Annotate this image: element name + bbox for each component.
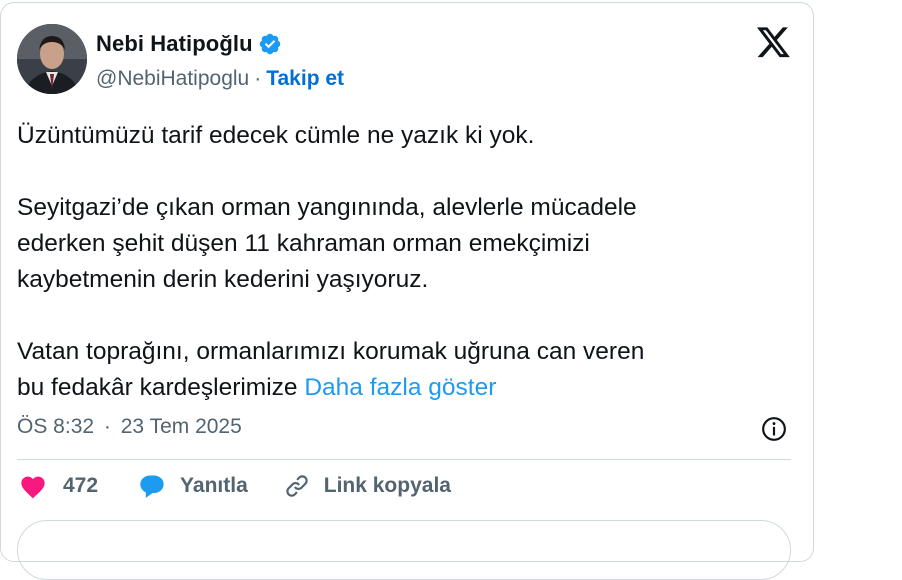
action-bar: 472 Yanıtla Link kopyala	[19, 473, 451, 499]
verified-badge-icon	[259, 33, 280, 55]
info-icon[interactable]	[761, 416, 787, 442]
avatar-photo	[17, 24, 87, 94]
divider	[17, 459, 791, 460]
tweet-timestamp[interactable]: ÖS 8:32 · 23 Tem 2025	[17, 415, 242, 439]
text-line: Üzüntümüzü tarif edecek cümle ne yazık k…	[17, 122, 535, 149]
read-replies-button[interactable]	[17, 520, 791, 580]
copy-link-label: Link kopyala	[323, 474, 451, 497]
link-icon	[286, 475, 308, 497]
text-line: Vatan toprağını, ormanlarımızı korumak u…	[17, 338, 645, 365]
tweet-paragraph: Vatan toprağını, ormanlarımızı korumak u…	[17, 334, 807, 370]
author-handle[interactable]: @NebiHatipoglu	[96, 67, 249, 91]
author-name[interactable]: Nebi Hatipoğlu	[96, 31, 253, 57]
avatar[interactable]	[17, 24, 87, 94]
tweet-paragraph-line: kaybetmenin derin kederini yaşıyoruz.	[17, 262, 807, 298]
show-more-link[interactable]: Daha fazla göster	[304, 374, 496, 401]
text-line: bu fedakâr kardeşlerimize	[17, 374, 305, 401]
handle-separator: ·	[254, 67, 262, 90]
tweet-card: Nebi Hatipoğlu @NebiHatipoglu · Takip et…	[0, 2, 814, 580]
tweet-date: 23 Tem 2025	[120, 415, 242, 438]
x-logo-icon[interactable]	[757, 27, 791, 59]
follow-button[interactable]: Takip et	[266, 67, 344, 91]
tweet-paragraph-line: bu fedakâr kardeşlerimize Daha fazla gös…	[17, 370, 807, 406]
copy-link-button[interactable]: Link kopyala	[284, 473, 451, 499]
tweet-paragraph: Üzüntümüzü tarif edecek cümle ne yazık k…	[17, 118, 807, 154]
text-line: kaybetmenin derin kederini yaşıyoruz.	[17, 266, 429, 293]
heart-icon	[21, 476, 45, 499]
text-line: Seyitgazi’de çıkan orman yangınında, ale…	[17, 194, 637, 221]
author-name-row: Nebi Hatipoğlu	[96, 31, 282, 57]
tweet-time: ÖS 8:32	[17, 415, 95, 438]
reply-bubble-icon	[140, 475, 164, 498]
tweet-text: Üzüntümüzü tarif edecek cümle ne yazık k…	[17, 118, 807, 406]
tweet-paragraph: Seyitgazi’de çıkan orman yangınında, ale…	[17, 190, 807, 226]
meta-separator: ·	[103, 415, 111, 438]
author-handle-row: @NebiHatipoglu · Takip et	[96, 67, 344, 91]
tweet-paragraph-line: ederken şehit düşen 11 kahraman orman em…	[17, 226, 807, 262]
text-line: ederken şehit düşen 11 kahraman orman em…	[17, 230, 590, 257]
reply-label: Yanıtla	[180, 474, 248, 497]
like-button[interactable]: 472	[19, 473, 98, 499]
like-count: 472	[63, 474, 99, 497]
reply-button[interactable]: Yanıtla	[138, 473, 248, 499]
